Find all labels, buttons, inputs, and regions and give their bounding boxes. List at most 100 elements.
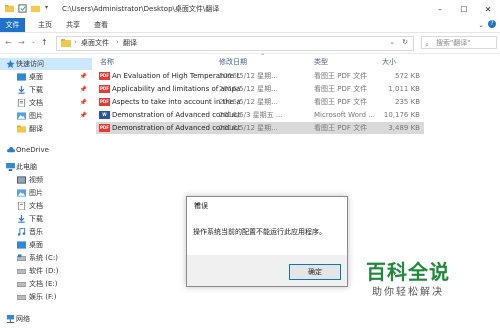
- close-button[interactable]: ✕: [476, 0, 500, 18]
- tab-view[interactable]: 查看: [89, 18, 113, 32]
- pin-icon[interactable]: 📌: [80, 84, 87, 96]
- pin-icon[interactable]: 📌: [80, 97, 87, 109]
- sidebar-item-label: 网络: [16, 315, 30, 323]
- sidebar-item-pictures[interactable]: 图片 📌: [0, 110, 92, 122]
- forward-arrow-icon[interactable]: →: [18, 38, 25, 47]
- sidebar-item-label: 桌面: [29, 73, 43, 81]
- sidebar-item-this-pc[interactable]: 此电脑: [0, 161, 92, 173]
- sidebar-item-label: 此电脑: [16, 163, 37, 171]
- cloud-icon: [7, 147, 15, 153]
- ok-button[interactable]: 确定: [289, 264, 341, 280]
- file-date: 2016/5/12 星期...: [219, 72, 278, 80]
- sidebar-item-drive-d[interactable]: 软件 (D:): [0, 265, 92, 277]
- maximize-button[interactable]: ☐: [452, 0, 476, 18]
- pdf-file-icon: PDF: [99, 124, 110, 132]
- tab-share[interactable]: 共享: [61, 18, 85, 32]
- file-date: 2016/5/12 星期...: [219, 98, 278, 106]
- star-icon: [6, 60, 15, 68]
- music-icon: [17, 228, 26, 236]
- sidebar-item-label: 娱乐 (F:): [29, 293, 57, 301]
- tab-home[interactable]: 主页: [33, 18, 57, 32]
- address-bar-row: ← → ⌄ ↑ › 桌面文件 › 翻译 ⌄ ↻ ⌕ 搜索"翻译": [0, 33, 500, 54]
- download-icon: [18, 215, 25, 223]
- sidebar-item-label: 下载: [29, 86, 43, 94]
- new-folder-icon[interactable]: [31, 4, 40, 13]
- up-arrow-icon[interactable]: ↑: [41, 38, 48, 47]
- search-input[interactable]: ⌕ 搜索"翻译": [421, 36, 497, 49]
- sidebar-item-drive-e[interactable]: 文档 (E:): [0, 278, 92, 290]
- sidebar-item-label: 文档 (E:): [29, 280, 58, 288]
- breadcrumb-desktop-files[interactable]: 桌面文件: [81, 38, 109, 48]
- help-icon[interactable]: ?: [488, 20, 496, 28]
- sidebar-item-desktop-pc[interactable]: 桌面: [0, 239, 92, 251]
- file-row[interactable]: PDF Applicability and limitations of amp…: [96, 83, 424, 95]
- error-dialog: 错误 ✕ 操作系统当前的配置不能运行此应用程序。 确定: [186, 196, 348, 287]
- close-icon[interactable]: ✕: [194, 201, 341, 209]
- address-dropdown-icon[interactable]: ⌄: [389, 38, 395, 46]
- file-row[interactable]: PDF An Evaluation of High Temperature L.…: [96, 70, 424, 82]
- pdf-file-icon: PDF: [99, 72, 110, 80]
- file-date: 2016/5/12 星期...: [219, 124, 278, 132]
- sidebar-item-onedrive[interactable]: OneDrive: [0, 144, 92, 156]
- sidebar-item-label: 下载: [29, 215, 43, 223]
- file-row[interactable]: PDF Aspects to take into account in the …: [96, 96, 424, 108]
- pin-icon[interactable]: 📌: [80, 71, 87, 83]
- pdf-file-icon: PDF: [99, 98, 110, 106]
- watermark-subtitle: 助你轻松解决: [372, 287, 444, 298]
- picture-icon: [17, 112, 26, 120]
- document-icon: [17, 202, 26, 210]
- file-size: 1,011 KB: [388, 85, 420, 93]
- network-icon: [6, 315, 15, 323]
- file-date: 2016/5/12 星期...: [219, 85, 278, 93]
- sidebar-item-label: 系统 (C:): [29, 254, 58, 262]
- desktop-icon: [17, 73, 26, 81]
- sidebar-item-desktop[interactable]: 桌面 📌: [0, 71, 92, 83]
- refresh-icon[interactable]: ↻: [402, 38, 408, 46]
- sidebar-item-label: 图片: [29, 112, 43, 120]
- sidebar-item-label: 软件 (D:): [29, 267, 59, 275]
- column-name-header[interactable]: 名称: [100, 57, 114, 67]
- file-row[interactable]: W Demonstration of Advanced conduct... 2…: [96, 109, 424, 121]
- expand-ribbon-icon[interactable]: ⌄: [478, 21, 484, 29]
- file-size: 572 KB: [395, 72, 420, 80]
- sidebar-item-downloads[interactable]: 下载 📌: [0, 84, 92, 96]
- sidebar-item-quick-access[interactable]: 快速访问: [0, 58, 92, 70]
- dialog-body: 操作系统当前的配置不能运行此应用程序。: [187, 213, 347, 255]
- search-placeholder: 搜索"翻译": [436, 39, 471, 47]
- column-date-header[interactable]: 修改日期: [219, 57, 247, 67]
- tab-file[interactable]: 文件: [0, 18, 25, 32]
- sidebar-item-documents-pc[interactable]: 文档: [0, 200, 92, 212]
- recent-locations-icon[interactable]: ⌄: [31, 38, 36, 45]
- column-type-header[interactable]: 类型: [314, 57, 328, 67]
- sidebar-item-translate[interactable]: 翻译: [0, 123, 92, 135]
- back-arrow-icon[interactable]: ←: [5, 38, 12, 47]
- sidebar-item-label: 音乐: [29, 228, 43, 236]
- sidebar-item-music[interactable]: 音乐: [0, 226, 92, 238]
- download-icon: [18, 86, 25, 94]
- ribbon-tabs: 文件 主页 共享 查看 ⌄ ?: [0, 18, 500, 33]
- sidebar-item-drive-f[interactable]: 娱乐 (F:): [0, 291, 92, 303]
- computer-icon: [6, 163, 15, 171]
- column-size-header[interactable]: 大小: [382, 57, 396, 67]
- sidebar-item-pictures-pc[interactable]: 图片: [0, 187, 92, 199]
- dialog-title-bar: 错误 ✕: [187, 197, 347, 213]
- sort-ascending-icon: ⌃: [260, 53, 266, 60]
- column-headers: ⌃ 名称 修改日期 类型 大小: [92, 53, 500, 68]
- sidebar-item-drive-c[interactable]: 系统 (C:): [0, 252, 92, 264]
- sidebar-item-videos[interactable]: 视频: [0, 174, 92, 186]
- dialog-message: 操作系统当前的配置不能运行此应用程序。: [193, 228, 326, 236]
- file-row-selected[interactable]: PDF Demonstration of Advanced conduct...…: [96, 122, 424, 134]
- pin-icon[interactable]: 📌: [80, 110, 87, 122]
- properties-icon[interactable]: [18, 4, 27, 13]
- sidebar-item-documents[interactable]: 文档 📌: [0, 97, 92, 109]
- watermark: 百科全说 助你轻松解决: [366, 256, 496, 300]
- minimize-button[interactable]: –: [428, 0, 452, 18]
- address-box[interactable]: › 桌面文件 › 翻译 ⌄ ↻: [56, 36, 414, 51]
- file-size: 235 KB: [395, 98, 420, 106]
- navigation-pane: 快速访问 桌面 📌 下载 📌 文档 📌 图片 📌 翻译 OneDrive 此电脑…: [0, 54, 92, 328]
- breadcrumb-translate[interactable]: 翻译: [123, 38, 137, 48]
- customize-qat-icon[interactable]: ▾: [45, 4, 48, 11]
- sidebar-item-network[interactable]: 网络: [0, 313, 92, 325]
- title-bar: ▾ C:\Users\Administrator\Desktop\桌面文件\翻译…: [0, 0, 500, 19]
- sidebar-item-downloads-pc[interactable]: 下载: [0, 213, 92, 225]
